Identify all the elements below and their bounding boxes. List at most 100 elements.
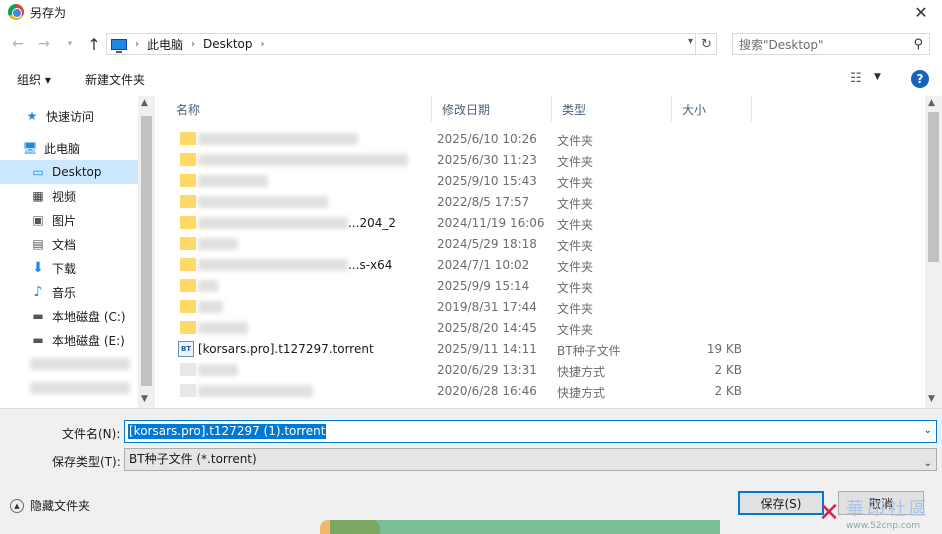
table-row[interactable]: ...204_2 2024/11/19 16:06 文件夹 [158, 213, 925, 234]
scroll-thumb[interactable] [928, 112, 939, 262]
back-arrow-icon[interactable]: ← [8, 34, 28, 54]
chevron-right-icon[interactable]: › [261, 39, 265, 50]
file-date: 2024/11/19 16:06 [437, 216, 545, 230]
help-icon[interactable]: ? [911, 70, 929, 88]
up-arrow-icon[interactable]: ↑ [84, 34, 104, 54]
file-date: 2019/8/31 17:44 [437, 300, 537, 314]
sidebar-item-label: 视频 [52, 189, 77, 204]
folder-icon [180, 258, 196, 271]
chevron-down-icon[interactable]: ⌄ [924, 425, 932, 436]
file-type: BT种子文件 [557, 344, 621, 358]
music-icon: ♪ [33, 284, 43, 300]
table-row[interactable]: 2020/6/29 13:31 快捷方式 2 KB [158, 360, 925, 381]
column-header-date[interactable]: 修改日期 [432, 96, 552, 122]
table-row[interactable]: 2025/9/9 15:14 文件夹 [158, 276, 925, 297]
address-bar[interactable]: › 此电脑 › Desktop › ▾ [106, 33, 696, 55]
sidebar-item-quick-access[interactable]: ★ 快速访问 [0, 104, 138, 128]
sidebar-item-pictures[interactable]: ▣ 图片 [0, 208, 138, 232]
column-header-name[interactable]: 名称 [166, 96, 432, 122]
table-row[interactable]: 2025/6/10 10:26 文件夹 [158, 129, 925, 150]
nav-scrollbar[interactable]: ▲ ▼ [138, 96, 155, 408]
redacted-name [198, 259, 348, 271]
table-row[interactable]: 2019/8/31 17:44 文件夹 [158, 297, 925, 318]
table-row[interactable]: BT [korsars.pro].t127297.torrent 2025/9/11… [158, 339, 925, 360]
window-title: 另存为 [30, 5, 67, 20]
file-list: ^ 名称 修改日期 类型 大小 2025/6/10 10:26 文件夹 2025/6… [158, 96, 925, 408]
sidebar-item-downloads[interactable]: ⬇ 下载 [0, 256, 138, 280]
drive-icon: ▬ [32, 333, 44, 347]
table-row[interactable]: ...s-x64 2024/7/1 10:02 文件夹 [158, 255, 925, 276]
hide-folders-toggle[interactable]: ▲ 隐藏文件夹 [10, 497, 90, 514]
scroll-down-icon[interactable]: ▼ [141, 394, 148, 404]
table-row[interactable]: 2025/8/20 14:45 文件夹 [158, 318, 925, 339]
redacted-name [198, 196, 328, 208]
refresh-icon[interactable]: ↻ [697, 33, 717, 55]
recent-dropdown-icon[interactable]: ▾ [60, 34, 80, 54]
sidebar-item-this-pc[interactable]: 🖥 此电脑 [0, 136, 138, 160]
column-header-type[interactable]: 类型 [552, 96, 672, 122]
sidebar-item-label: 文档 [52, 237, 77, 252]
file-type: 文件夹 [557, 302, 594, 316]
redacted-name [198, 301, 223, 313]
sidebar-item-documents[interactable]: ▤ 文档 [0, 232, 138, 256]
folder-icon [180, 279, 196, 292]
sidebar-item-label: 本地磁盘 (E:) [52, 333, 125, 348]
sidebar-item-drive-c[interactable]: ▬ 本地磁盘 (C:) [0, 304, 138, 328]
navigation-bar: ← → ▾ ↑ › 此电脑 › Desktop › ▾ ↻ 搜索"Desktop… [0, 30, 942, 58]
column-header-size[interactable]: 大小 [672, 96, 752, 122]
scroll-down-icon[interactable]: ▼ [928, 394, 935, 404]
chevron-right-icon[interactable]: › [191, 39, 195, 50]
forward-arrow-icon[interactable]: → [34, 34, 54, 54]
chevron-right-icon[interactable]: › [135, 39, 139, 50]
close-button[interactable]: ✕ [900, 0, 942, 24]
chevron-down-icon[interactable]: ▾ [688, 36, 693, 47]
view-options-icon[interactable]: ☷ [850, 71, 862, 86]
table-row[interactable]: 2024/5/29 18:18 文件夹 [158, 234, 925, 255]
file-name: ...204_2 [348, 216, 396, 230]
chevron-down-icon[interactable]: ▼ [874, 72, 881, 82]
search-input[interactable]: 搜索"Desktop" ⚲ [732, 33, 930, 55]
sidebar-item-label: Desktop [52, 165, 102, 179]
scroll-up-icon[interactable]: ▲ [141, 98, 148, 108]
filename-field[interactable]: [korsars.pro].t127297 (1).torrent ⌄ [124, 420, 937, 443]
sidebar-item-drive-e[interactable]: ▬ 本地磁盘 (E:) [0, 328, 138, 352]
sidebar-item-music[interactable]: ♪ 音乐 [0, 280, 138, 304]
new-folder-button[interactable]: 新建文件夹 [85, 71, 145, 88]
table-row[interactable]: 2020/6/28 16:46 快捷方式 2 KB [158, 381, 925, 402]
redacted-name [198, 385, 313, 397]
file-type: 文件夹 [557, 176, 594, 190]
table-row[interactable]: 2025/9/10 15:43 文件夹 [158, 171, 925, 192]
chevron-up-icon: ▲ [10, 498, 24, 513]
background-fragment [330, 520, 720, 534]
hide-folders-label: 隐藏文件夹 [30, 499, 91, 513]
filename-label: 文件名(N): [62, 427, 121, 441]
scroll-up-icon[interactable]: ▲ [928, 98, 935, 108]
sidebar-item-videos[interactable]: ▦ 视频 [0, 184, 138, 208]
search-icon[interactable]: ⚲ [913, 37, 923, 52]
picture-icon: ▣ [32, 213, 44, 227]
file-list-scrollbar[interactable]: ▲ ▼ [925, 96, 942, 408]
redacted-name [198, 217, 348, 229]
breadcrumb-this-pc[interactable]: 此电脑 [147, 36, 183, 53]
watermark-url: www.52cnp.com [846, 521, 921, 531]
file-date: 2024/5/29 18:18 [437, 237, 537, 251]
file-type: 快捷方式 [557, 386, 606, 400]
filetype-select[interactable]: BT种子文件 (*.torrent) ⌄ [124, 448, 937, 471]
table-row[interactable]: 2022/8/5 17:57 文件夹 [158, 192, 925, 213]
chevron-down-icon[interactable]: ⌄ [924, 453, 932, 474]
sidebar-item-desktop[interactable]: ▭ Desktop [0, 160, 138, 184]
table-row[interactable]: 2025/6/30 11:23 文件夹 [158, 150, 925, 171]
folder-icon [180, 195, 196, 208]
download-icon: ⬇ [32, 260, 44, 276]
redacted-item [30, 382, 130, 394]
folder-icon [180, 321, 196, 334]
file-name: [korsars.pro].t127297.torrent [198, 342, 374, 356]
breadcrumb-desktop[interactable]: Desktop [203, 37, 253, 51]
scroll-thumb[interactable] [141, 116, 152, 386]
redacted-name [198, 322, 248, 334]
folder-icon [180, 132, 196, 145]
redacted-name [198, 238, 238, 250]
title-bar: 另存为 ✕ [0, 0, 942, 24]
file-date: 2025/9/10 15:43 [437, 174, 537, 188]
organize-button[interactable]: 组织 ▾ [17, 71, 51, 88]
